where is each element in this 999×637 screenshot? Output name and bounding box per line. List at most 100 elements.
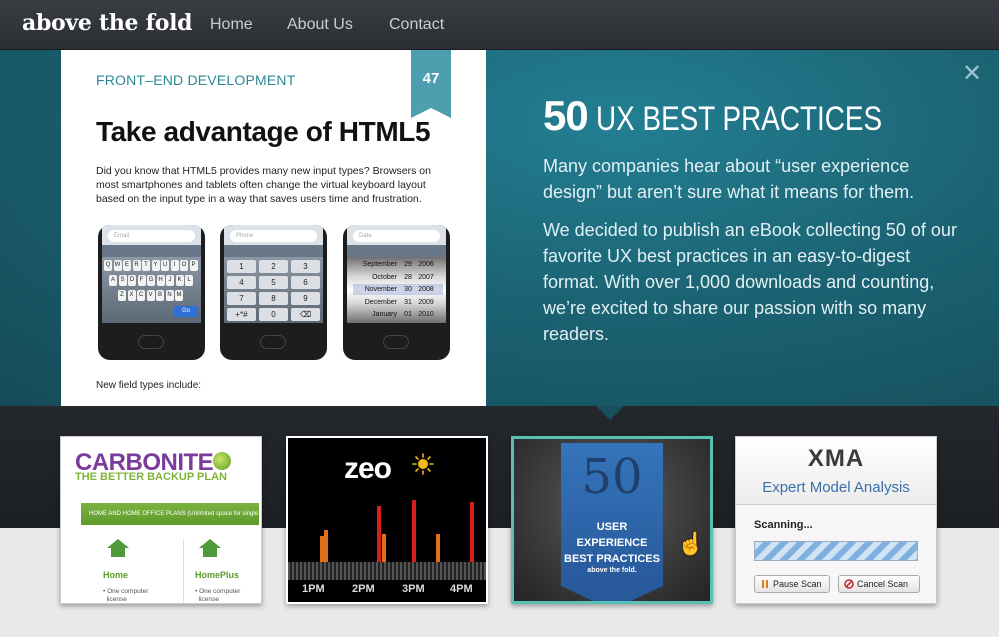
keypad-key: ⌫	[291, 308, 320, 321]
hand-cursor-icon: ☝	[677, 531, 705, 556]
date-picker-row: November 30 2008	[353, 284, 443, 295]
keyboard-go-key: Go	[174, 306, 198, 317]
page-category: FRONT–END DEVELOPMENT	[96, 72, 296, 88]
home-button-icon	[138, 335, 164, 349]
keyboard-key: B	[156, 290, 164, 301]
keyboard-key: N	[165, 290, 174, 301]
page-number-ribbon: 47	[411, 50, 451, 118]
ebook-cover-by: by	[609, 557, 615, 563]
keyboard-key: Q	[104, 260, 112, 271]
keyboard-key: D	[128, 275, 136, 286]
keypad-key: 1	[227, 260, 256, 273]
keypad-key: 7	[227, 292, 256, 305]
keypad-key: +*#	[227, 308, 256, 321]
sleep-bar	[470, 502, 474, 562]
plan-home-label: Home	[103, 570, 129, 580]
scanning-label: Scanning...	[754, 519, 813, 531]
hero-title-text: UX BEST PRACTICES	[595, 100, 882, 138]
keyboard-key: U	[161, 260, 169, 271]
pause-icon	[762, 580, 768, 588]
keyboard-key: I	[170, 260, 179, 271]
pause-scan-label: Pause Scan	[773, 579, 822, 589]
pause-scan-button: Pause Scan	[754, 575, 830, 593]
keypad-key: 4	[227, 276, 256, 289]
house-icon	[199, 539, 221, 548]
carousel-item-carbonite[interactable]: CARBONITE THE BETTER BACKUP PLAN HOME AN…	[60, 436, 262, 604]
time-label: 3PM	[402, 583, 425, 595]
sleep-bar	[377, 506, 381, 562]
keyboard-key: M	[175, 290, 183, 301]
keypad-key: 0	[259, 308, 288, 321]
carousel-item-ux-ebook[interactable]: 50 USER EXPERIENCE BEST PRACTICES by abo…	[511, 436, 713, 604]
keypad-key: 5	[259, 276, 288, 289]
carbonite-dot-icon	[213, 452, 231, 470]
plan-home-note: • One computer license	[103, 588, 149, 603]
time-label: 1PM	[302, 583, 325, 595]
hero-title: 50 UX BEST PRACTICES	[543, 92, 945, 140]
carbonite-plans-band: HOME AND HOME OFFICE PLANS (Unlimited sp…	[81, 503, 259, 525]
nav-about-link[interactable]: About Us	[287, 16, 353, 34]
carousel-item-xma[interactable]: XMA Expert Model Analysis Scanning... Pa…	[735, 436, 937, 604]
xma-logo: XMA	[807, 445, 865, 472]
date-picker-row: January 01 2010	[372, 311, 434, 318]
sleep-bar	[324, 530, 328, 562]
keyboard-key: V	[146, 290, 155, 301]
date-picker-row: September 29 2006	[362, 261, 434, 268]
keyboard-key: X	[127, 290, 136, 301]
ebook-cover-line1: USER EXPERIENCE	[576, 521, 648, 549]
zeo-logo: zeo	[344, 452, 392, 485]
close-icon[interactable]: ✕	[962, 62, 982, 86]
ebook-page-preview: FRONT–END DEVELOPMENT 47 Take advantage …	[61, 50, 486, 406]
date-picker-row: December 31 2009	[364, 298, 434, 306]
date-field: Date	[353, 230, 440, 242]
sleep-bar	[382, 534, 386, 562]
sleep-timeline	[288, 562, 486, 580]
keyboard-key: C	[137, 290, 145, 301]
keypad-key: 6	[291, 276, 320, 289]
email-field: Email	[108, 230, 195, 242]
page: above the fold Home About Us Contact ✕ 5…	[0, 0, 999, 637]
scan-progress-bar	[754, 541, 918, 561]
home-button-icon	[260, 335, 286, 349]
active-item-pointer	[596, 406, 624, 420]
keyboard-key: S	[118, 275, 127, 286]
keyboard-key: P	[189, 260, 198, 271]
phone-date-picker: Date September 29 2006 October 28 2007 Novembe…	[343, 225, 450, 360]
nav-home-link[interactable]: Home	[210, 16, 253, 34]
cancel-scan-label: Cancel Scan	[857, 579, 909, 589]
date-picker-row: October 28 2007	[372, 273, 434, 281]
keyboard-key: W	[113, 260, 122, 271]
keyboard-key: K	[175, 275, 184, 286]
brand-logo[interactable]: above the fold	[22, 10, 193, 36]
time-label: 4PM	[450, 583, 473, 595]
phone-tel-keypad: Phone 1 2 3 4 5 6 7 8 9 +*# 0 ⌫	[220, 225, 327, 360]
keyboard-key: L	[185, 275, 193, 286]
keypad-key: 9	[291, 292, 320, 305]
time-label: 2PM	[352, 583, 375, 595]
hero-intro-paragraph: Many companies hear about “user experien…	[543, 156, 915, 202]
phone-email-keyboard: Email Q W E R T Y U I O P A S D F G H J K L Z X C V B N M Go	[98, 225, 205, 360]
ebook-cover-number: 50	[581, 449, 643, 505]
keypad-key: 3	[291, 260, 320, 273]
ebook-cover-author: above the fold.	[587, 567, 637, 574]
keyboard-key: O	[180, 260, 188, 271]
ebook-cover-banner: 50 USER EXPERIENCE BEST PRACTICES by abo…	[561, 443, 663, 601]
phone-field: Phone	[230, 230, 317, 242]
keyboard-key: H	[156, 275, 165, 286]
sun-icon	[412, 453, 434, 475]
keyboard-key: G	[147, 275, 155, 286]
carousel-item-zeo[interactable]: zeo 1PM 2PM 3PM 4PM	[286, 436, 488, 604]
page-heading: Take advantage of HTML5	[96, 116, 431, 147]
carbonite-tagline: THE BETTER BACKUP PLAN	[75, 471, 227, 483]
plan-homeplus-note: • One computer license	[195, 588, 241, 603]
top-nav: above the fold Home About Us Contact	[0, 0, 999, 50]
home-button-icon	[383, 335, 409, 349]
cancel-icon	[844, 579, 854, 589]
sleep-bar	[412, 500, 416, 562]
page-body-text: Did you know that HTML5 provides many ne…	[96, 165, 431, 205]
keyboard-key: R	[132, 260, 141, 271]
hero-title-number: 50	[543, 92, 589, 139]
nav-contact-link[interactable]: Contact	[389, 16, 444, 34]
xma-subtitle: Expert Model Analysis	[762, 479, 910, 496]
house-icon	[107, 539, 129, 548]
